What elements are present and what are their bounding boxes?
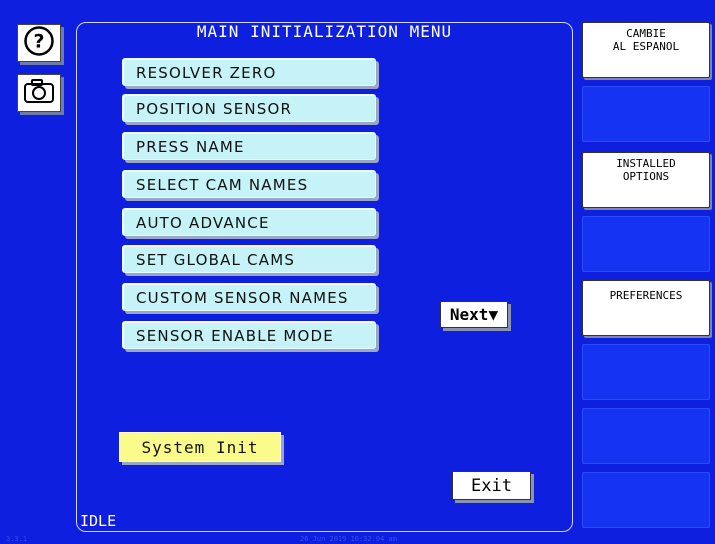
datetime-label: 26 Jun 2019 10:32:04 am: [300, 535, 397, 543]
side-key-6[interactable]: [582, 344, 710, 400]
installed-options-button[interactable]: INSTALLED OPTIONS: [582, 152, 710, 208]
preferences-button[interactable]: PREFERENCES: [582, 280, 710, 336]
side-key-8[interactable]: [582, 472, 710, 528]
position-sensor-button[interactable]: POSITION SENSOR: [122, 94, 376, 122]
resolver-zero-button[interactable]: RESOLVER ZERO: [122, 58, 376, 86]
camera-button[interactable]: [17, 74, 61, 112]
side-key-2[interactable]: [582, 86, 710, 142]
language-toggle-button[interactable]: CAMBIE AL ESPANOL: [582, 22, 710, 78]
status-text: IDLE: [80, 512, 117, 530]
side-key-7[interactable]: [582, 408, 710, 464]
system-init-button[interactable]: System Init: [119, 432, 281, 462]
version-label: 3.3.1: [6, 535, 28, 543]
select-cam-names-button[interactable]: SELECT CAM NAMES: [122, 170, 376, 198]
svg-text:?: ?: [33, 31, 44, 53]
sensor-enable-mode-button[interactable]: SENSOR ENABLE MODE: [122, 321, 376, 349]
next-page-button[interactable]: Next▼: [440, 301, 508, 328]
set-global-cams-button[interactable]: SET GLOBAL CAMS: [122, 245, 376, 273]
auto-advance-button[interactable]: AUTO ADVANCE: [122, 208, 376, 236]
press-name-button[interactable]: PRESS NAME: [122, 132, 376, 160]
custom-sensor-names-button[interactable]: CUSTOM SENSOR NAMES: [122, 283, 376, 311]
help-icon: ?: [23, 25, 55, 61]
camera-icon: [23, 78, 55, 108]
exit-button[interactable]: Exit: [452, 471, 531, 500]
page-title: MAIN INITIALIZATION MENU: [196, 22, 453, 41]
side-key-4[interactable]: [582, 216, 710, 272]
help-button[interactable]: ?: [17, 24, 61, 62]
